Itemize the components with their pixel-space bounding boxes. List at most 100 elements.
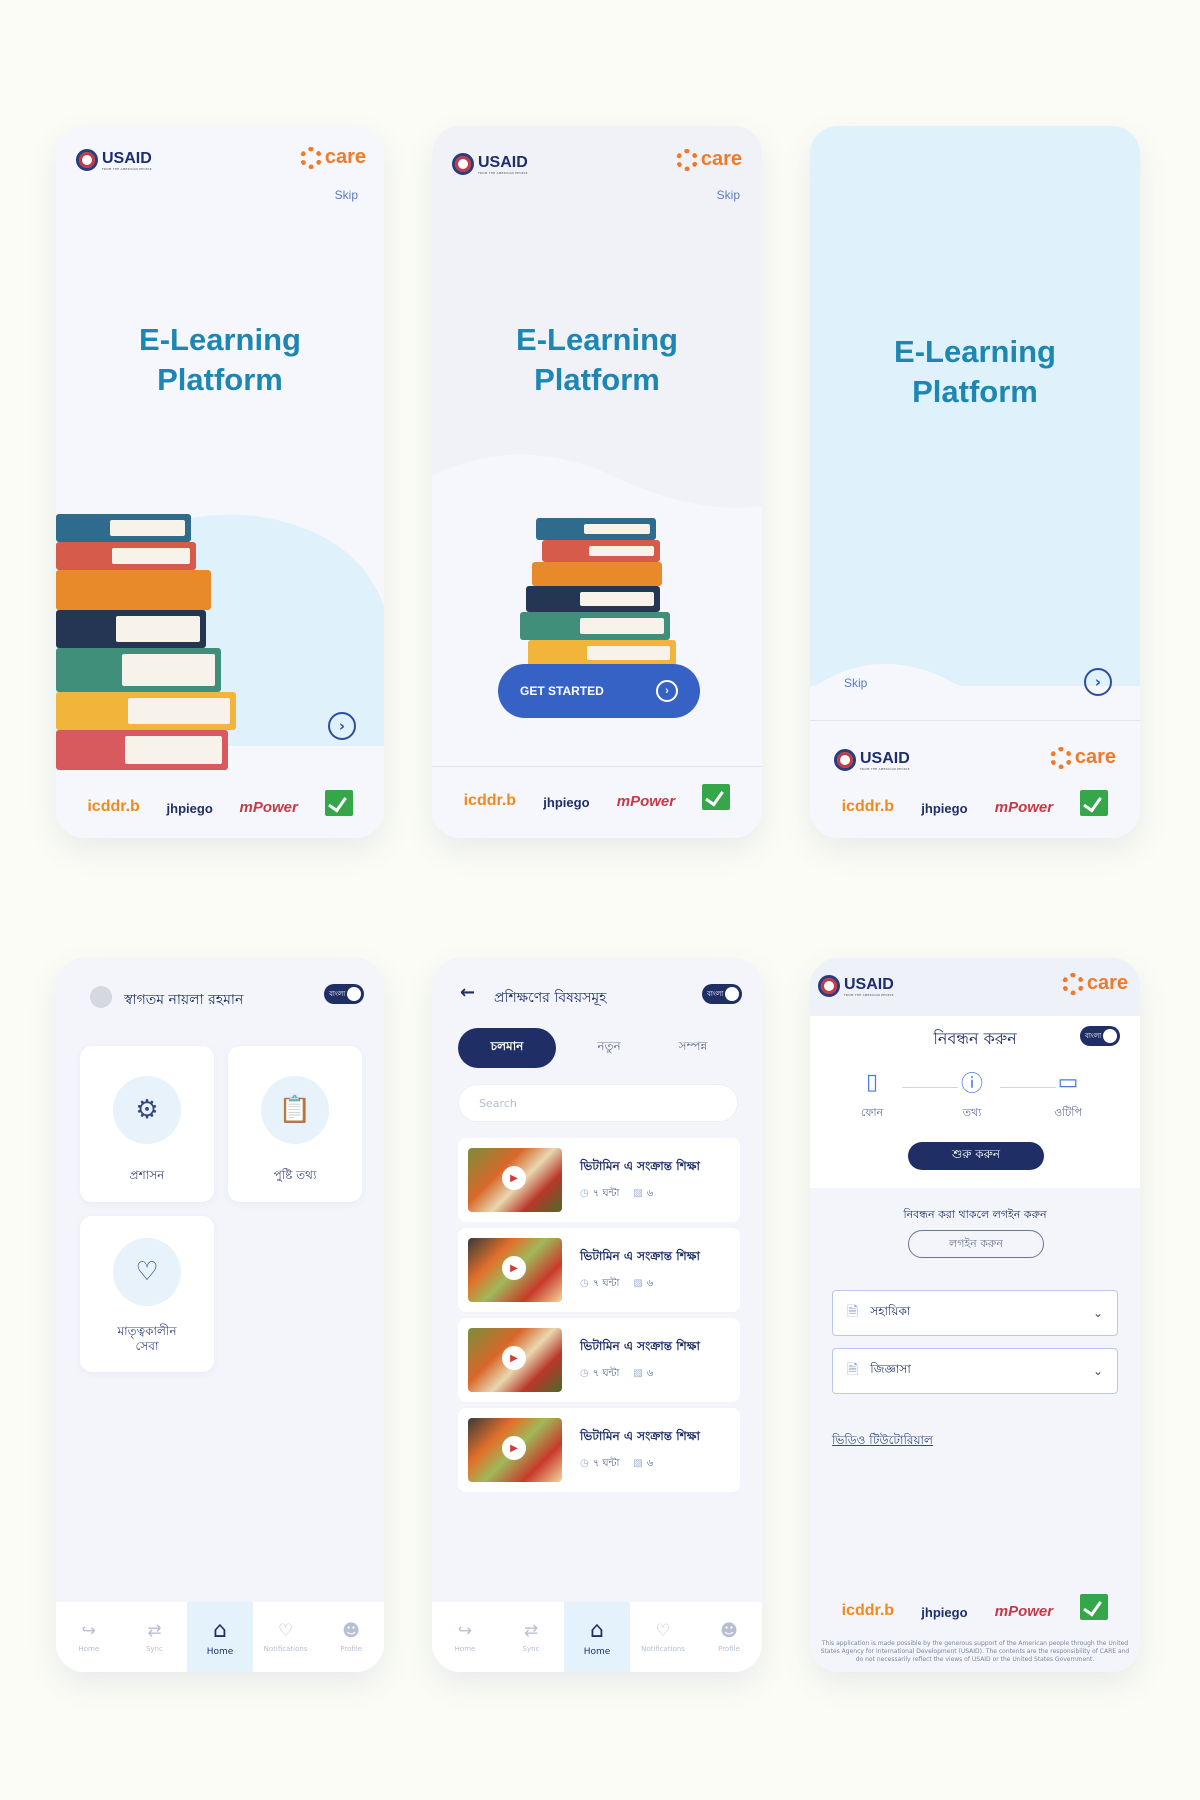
clock-icon: ◷	[580, 1457, 589, 1469]
care-flower-icon	[299, 146, 322, 169]
book-icon: ▧	[633, 1187, 643, 1199]
partner-logos: icddr.b jhpiego mPower	[810, 1594, 1140, 1620]
tile-nutrition-info[interactable]: 📋 পুষ্টি তথ্য	[228, 1046, 362, 1202]
clock-icon: ◷	[580, 1367, 589, 1379]
tab-ongoing[interactable]: চলমান	[458, 1028, 556, 1068]
nav-home[interactable]: ⌂ Home	[187, 1602, 253, 1672]
bottom-nav: ↪ Home ⇄ Sync ⌂ Home ♡ Notifications ☻ Profil…	[432, 1602, 762, 1672]
back-arrow-icon[interactable]: ←	[460, 982, 475, 1003]
book-stack-illustration	[56, 514, 256, 770]
greeting: স্বাগতম নায়লা রহমান	[124, 992, 244, 1008]
tile-maternal-care[interactable]: ♡ মাতৃত্বকালীন সেবা	[80, 1216, 214, 1372]
nav-logout[interactable]: ↪ Home	[56, 1602, 122, 1672]
nav-logout[interactable]: ↪ Home	[432, 1602, 498, 1672]
jhpiego-logo: jhpiego	[166, 801, 213, 816]
book-icon: ▧	[633, 1367, 643, 1379]
next-button[interactable]: ›	[328, 712, 356, 740]
page-title: প্রশিক্ষণের বিষয়সমূহ	[494, 990, 607, 1006]
person-icon: ☻	[720, 1621, 738, 1641]
nav-sync[interactable]: ⇄ Sync	[498, 1602, 564, 1672]
lock-phone-icon: ▭	[1057, 1069, 1079, 1095]
care-logo: care	[1049, 746, 1116, 769]
courses-screen: ← প্রশিক্ষণের বিষয়সমূহ বাংলা চলমান নতুন…	[432, 958, 762, 1672]
splash-screen-2: USAID FROM THE AMERICAN PEOPLE care Skip …	[432, 126, 762, 838]
step-connector	[902, 1087, 958, 1088]
play-icon: ▶	[502, 1346, 526, 1370]
skip-link[interactable]: Skip	[717, 188, 740, 202]
login-button[interactable]: লগইন করুন	[908, 1230, 1044, 1258]
nav-sync[interactable]: ⇄ Sync	[122, 1602, 188, 1672]
bell-icon: ♡	[277, 1621, 294, 1641]
care-flower-icon	[1061, 972, 1084, 995]
usaid-wordmark: USAID	[478, 154, 528, 171]
avatar[interactable]	[90, 986, 112, 1008]
nav-profile[interactable]: ☻ Profile	[696, 1602, 762, 1672]
chevron-right-icon: ›	[1094, 673, 1102, 691]
usaid-logo: USAID FROM THE AMERICAN PEOPLE	[834, 748, 910, 771]
green-check-logo	[1080, 790, 1109, 816]
splash-screen-1: USAID FROM THE AMERICAN PEOPLE care Skip …	[56, 126, 384, 838]
play-icon: ▶	[502, 1436, 526, 1460]
care-logo: care	[675, 148, 742, 171]
info-icon: ⓘ	[960, 1072, 983, 1097]
course-card[interactable]: ▶ ভিটামিন এ সংক্রান্ত শিক্ষা ◷ ৭ ঘন্টা ▧ ৬	[458, 1228, 740, 1312]
course-thumbnail: ▶	[468, 1238, 562, 1302]
language-toggle[interactable]: বাংলা	[702, 984, 742, 1004]
video-tutorial-link[interactable]: ভিডিও টিউটোরিয়াল	[832, 1432, 933, 1452]
step-connector	[1000, 1087, 1056, 1088]
nav-profile[interactable]: ☻ Profile	[318, 1602, 384, 1672]
skip-link[interactable]: Skip	[844, 676, 867, 690]
nav-notifications[interactable]: ♡ Notifications	[630, 1602, 696, 1672]
course-card[interactable]: ▶ ভিটামিন এ সংক্রান্ত শিক্ষা ◷ ৭ ঘন্টা ▧ ৬	[458, 1138, 740, 1222]
course-card[interactable]: ▶ ভিটামিন এ সংক্রান্ত শিক্ষা ◷ ৭ ঘন্টা ▧ ৬	[458, 1408, 740, 1492]
usaid-logo: USAID FROM THE AMERICAN PEOPLE	[76, 148, 152, 171]
start-button[interactable]: শুরু করুন	[908, 1142, 1044, 1170]
language-toggle[interactable]: বাংলা	[1080, 1026, 1120, 1046]
mpower-logo: mPower	[239, 799, 298, 816]
partner-logos: icddr.b jhpiego mPower	[432, 784, 762, 810]
divider	[810, 720, 1140, 721]
icddrb-logo: icddr.b	[87, 798, 140, 815]
mpower-logo: mPower	[994, 1603, 1054, 1620]
book-stack-illustration	[512, 518, 682, 668]
usaid-seal-icon	[452, 152, 474, 175]
care-logo: care	[1061, 972, 1128, 995]
mpower-logo: mPower	[994, 799, 1054, 816]
usaid-logo: USAID FROM THE AMERICAN PEOPLE	[452, 152, 528, 175]
person-icon: ☻	[342, 1621, 361, 1641]
partner-logos: icddr.b jhpiego mPower	[56, 790, 384, 816]
language-toggle[interactable]: বাংলা	[324, 984, 364, 1004]
sync-icon: ⇄	[147, 1621, 162, 1641]
user-gear-icon: ⚙	[113, 1076, 181, 1144]
skip-link[interactable]: Skip	[335, 188, 358, 202]
book-icon: ▧	[633, 1457, 643, 1469]
icddrb-logo: icddr.b	[841, 798, 895, 815]
usaid-seal-icon	[834, 748, 856, 771]
icddrb-logo: icddr.b	[841, 1602, 895, 1619]
tab-completed[interactable]: সম্পন্ন	[644, 1028, 742, 1068]
green-check-logo	[324, 790, 353, 816]
tile-administration[interactable]: ⚙ প্রশাসন	[80, 1046, 214, 1202]
care-logo: care	[299, 146, 366, 169]
play-icon: ▶	[502, 1166, 526, 1190]
chevron-right-icon: ›	[656, 680, 678, 702]
registration-screen: USAID FROM THE AMERICAN PEOPLE care নিবন্…	[810, 958, 1140, 1672]
phone-icon: ▯	[865, 1069, 879, 1095]
course-thumbnail: ▶	[468, 1328, 562, 1392]
jhpiego-logo: jhpiego	[921, 801, 968, 816]
nav-home[interactable]: ⌂ Home	[564, 1602, 630, 1672]
usaid-seal-icon	[818, 974, 840, 997]
usaid-logo: USAID FROM THE AMERICAN PEOPLE	[818, 974, 894, 997]
app-title: E-Learning Platform	[516, 322, 678, 397]
bottom-nav: ↪ Home ⇄ Sync ⌂ Home ♡ Notifications ☻ Profil…	[56, 1602, 384, 1672]
course-card[interactable]: ▶ ভিটামিন এ সংক্রান্ত শিক্ষা ◷ ৭ ঘন্টা ▧ ৬	[458, 1318, 740, 1402]
clock-icon: ◷	[580, 1277, 589, 1289]
nav-notifications[interactable]: ♡ Notifications	[253, 1602, 319, 1672]
step-otp: ▭ ওটিপি	[1054, 1066, 1082, 1123]
care-flower-icon	[675, 148, 698, 171]
next-button[interactable]: ›	[1084, 668, 1112, 696]
guide-accordion[interactable]: 🗎 সহায়িকা ⌄	[832, 1290, 1118, 1336]
faq-accordion[interactable]: 🗎 জিজ্ঞাসা ⌄	[832, 1348, 1118, 1394]
search-input[interactable]: Search	[458, 1084, 738, 1122]
get-started-button[interactable]: GET STARTED ›	[498, 664, 700, 718]
